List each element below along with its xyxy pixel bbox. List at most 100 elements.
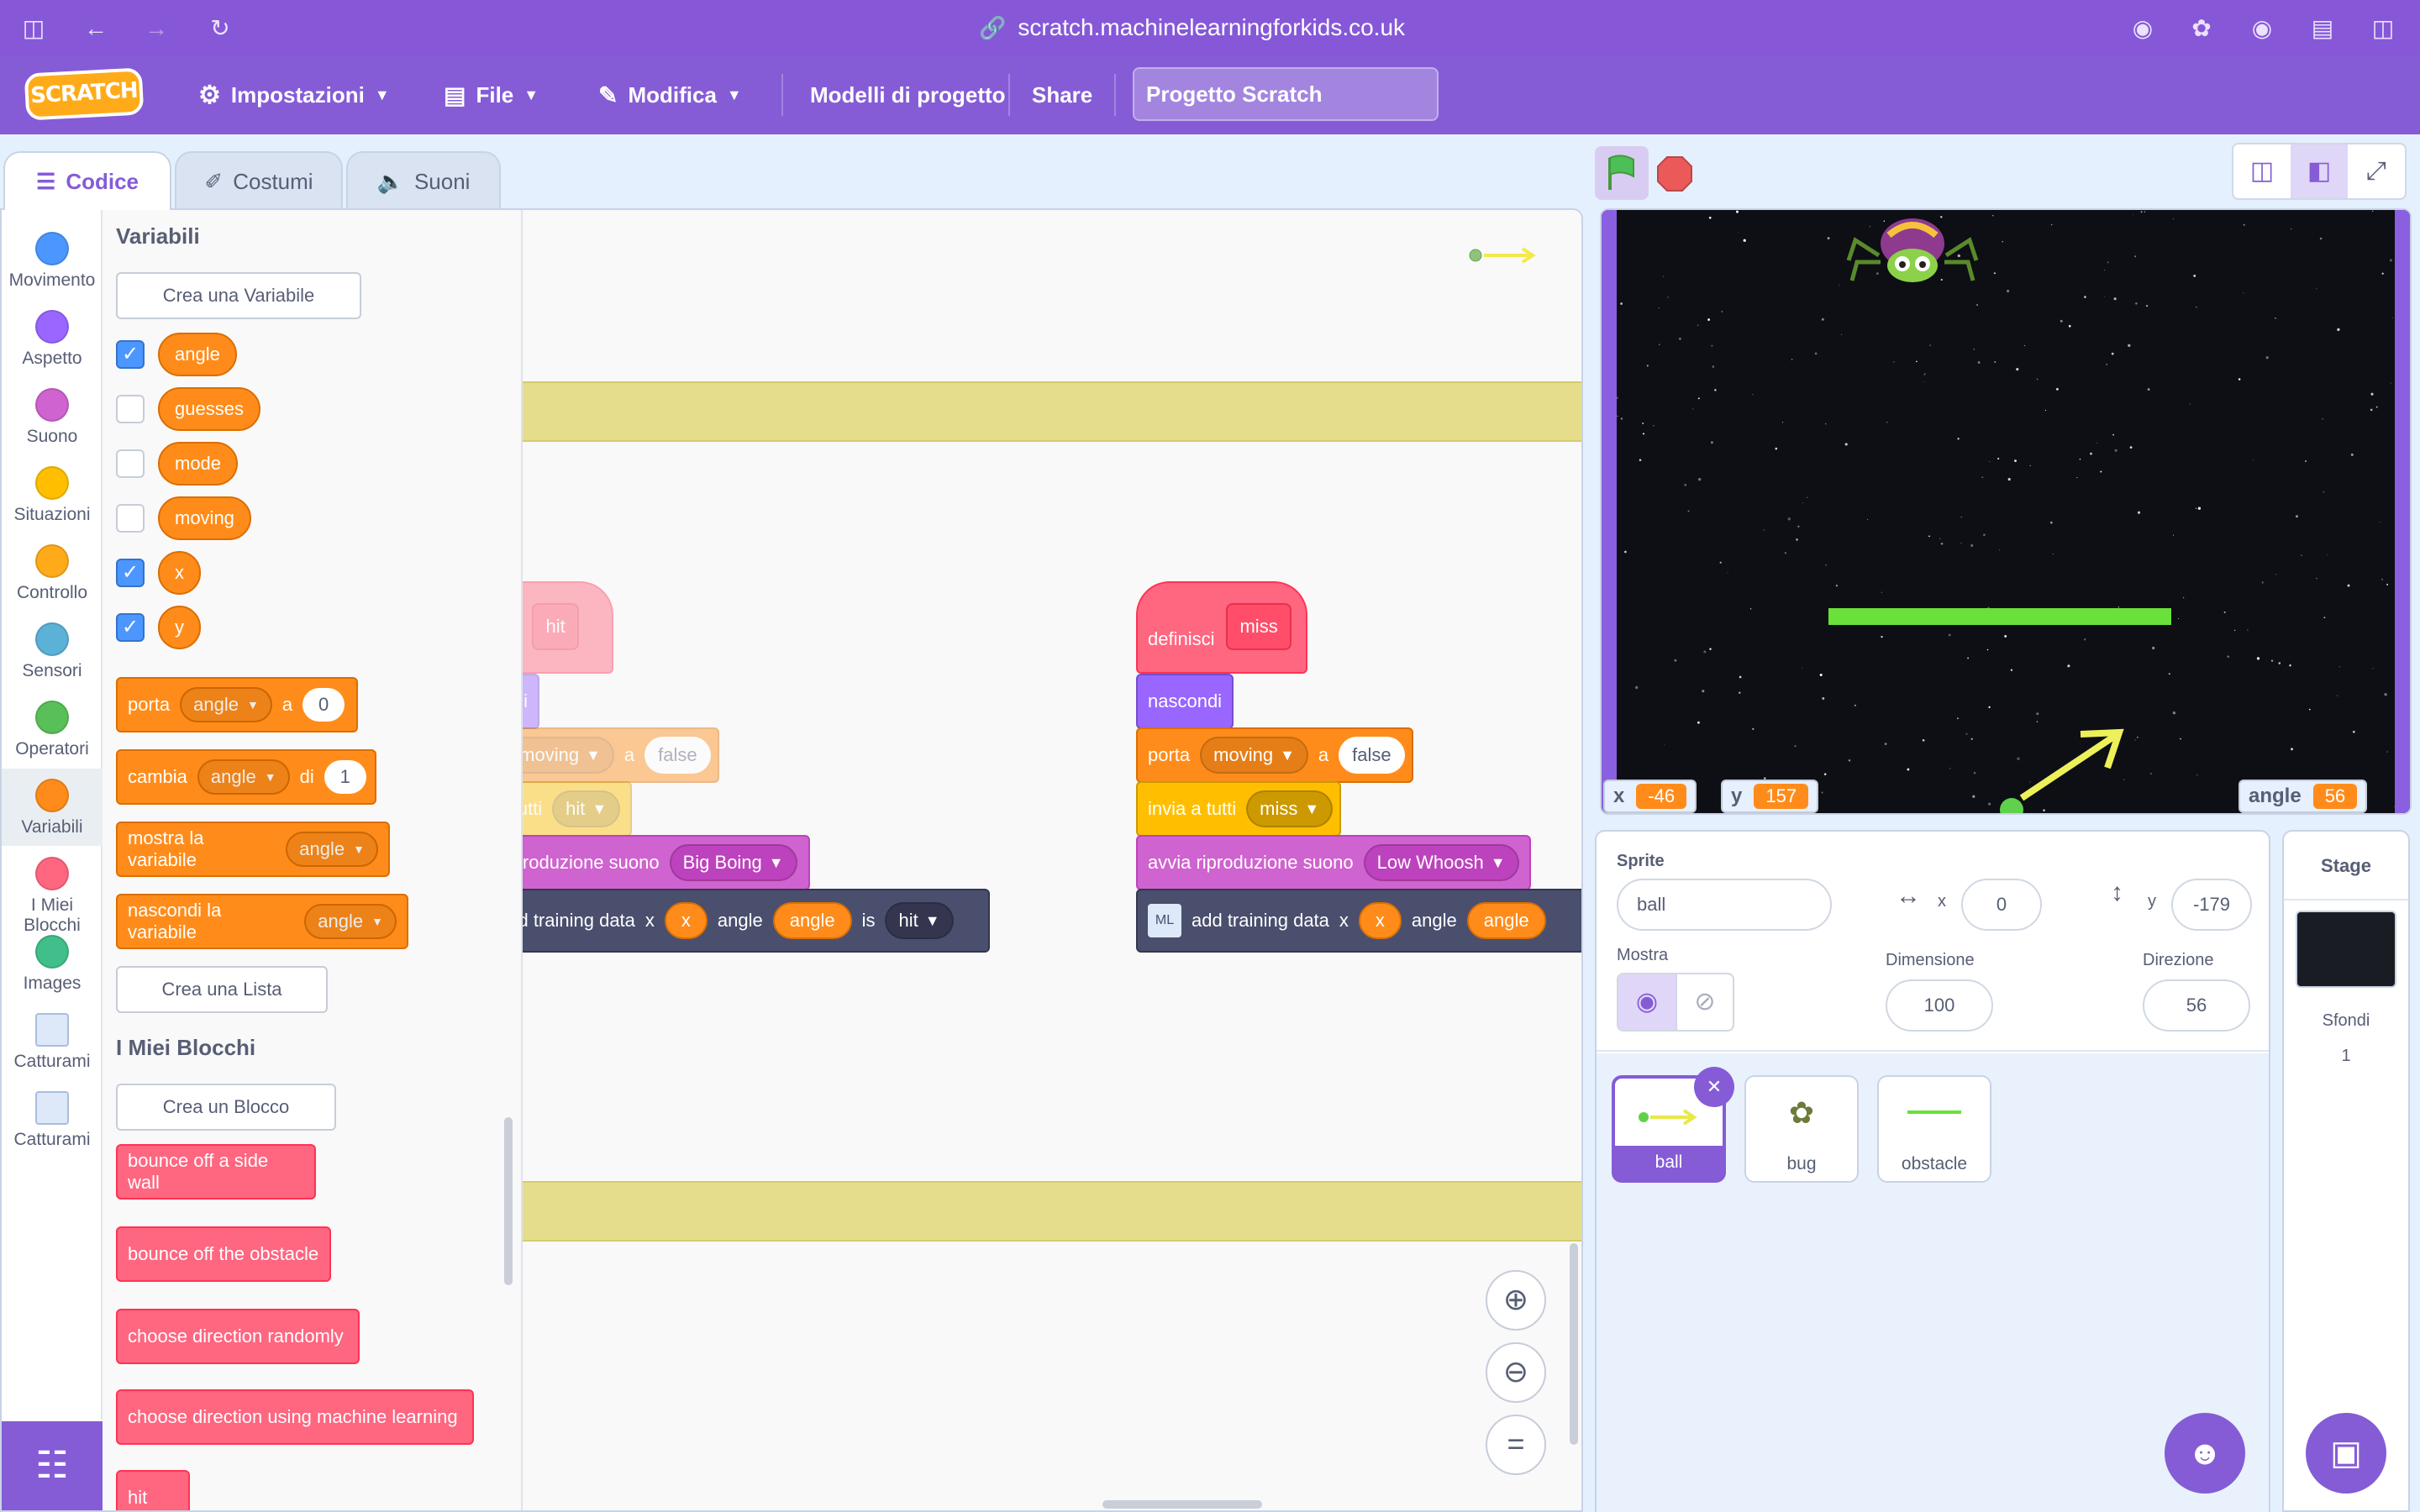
- edit-menu[interactable]: ✎ Modifica ▼: [598, 79, 742, 111]
- add-training-data-block[interactable]: ML add training data x x angle angle is …: [442, 889, 990, 953]
- green-flag-button[interactable]: [1595, 146, 1649, 200]
- category-sensori[interactable]: Sensori: [2, 612, 103, 690]
- variable-checkbox[interactable]: ✓: [116, 340, 145, 369]
- sprite-thumb-obstacle[interactable]: obstacle: [1877, 1075, 1991, 1183]
- file-menu[interactable]: ▤ File ▼: [444, 79, 539, 111]
- stage-selector[interactable]: Stage Sfondi 1: [2282, 830, 2410, 1512]
- add-training-data-block[interactable]: ML add training data x x angle angle: [1136, 889, 1581, 953]
- bug-sprite[interactable]: [1845, 210, 1980, 294]
- show-button[interactable]: ◉: [1618, 974, 1676, 1030]
- show-variable-block[interactable]: mostra la variabile angle ▼: [116, 822, 390, 877]
- hide-button[interactable]: ⊘: [1676, 974, 1733, 1030]
- custom-block-hit[interactable]: hit: [116, 1470, 190, 1510]
- variable-reporter[interactable]: angle: [158, 333, 237, 376]
- x-position-input[interactable]: 0: [1961, 879, 2042, 931]
- category-catturami[interactable]: Catturami: [2, 1003, 103, 1080]
- message-dropdown[interactable]: miss ▼: [1246, 790, 1334, 827]
- normal-stage-button[interactable]: ◧: [2291, 144, 2348, 198]
- size-input[interactable]: 100: [1886, 979, 1993, 1032]
- category-operatori[interactable]: Operatori: [2, 690, 103, 768]
- variable-checkbox[interactable]: ✓: [116, 559, 145, 587]
- project-title-input[interactable]: Progetto Scratch: [1133, 67, 1439, 121]
- sound-dropdown[interactable]: Low Whoosh ▼: [1363, 844, 1519, 881]
- angle-reporter[interactable]: angle: [1466, 902, 1546, 939]
- value-input[interactable]: 0: [302, 688, 345, 722]
- value-input[interactable]: false: [644, 737, 711, 774]
- category-movimento[interactable]: Movimento: [2, 222, 103, 299]
- sprite-name-input[interactable]: ball: [1617, 879, 1832, 931]
- horizontal-scrollbar[interactable]: [1102, 1500, 1262, 1509]
- direction-input[interactable]: 56: [2143, 979, 2250, 1032]
- x-reporter[interactable]: x: [664, 902, 708, 939]
- cookie-icon[interactable]: ✿: [2188, 15, 2215, 42]
- sidebar-toggle-icon[interactable]: ◫: [20, 15, 47, 42]
- variable-dropdown[interactable]: angle ▼: [197, 759, 290, 795]
- variable-checkbox[interactable]: [116, 449, 145, 478]
- back-icon[interactable]: ←: [82, 15, 109, 42]
- category-variabili[interactable]: Variabili: [2, 769, 103, 846]
- hide-block[interactable]: nascondi: [1136, 674, 1234, 729]
- shield-icon[interactable]: ◉: [2249, 15, 2275, 42]
- settings-menu[interactable]: ⚙ Impostazioni ▼: [198, 79, 390, 111]
- angle-reporter[interactable]: angle: [772, 902, 852, 939]
- tab-sounds[interactable]: 🔈 Suoni: [346, 151, 501, 210]
- message-dropdown[interactable]: hit ▼: [552, 790, 621, 827]
- variable-reporter[interactable]: guesses: [158, 387, 260, 431]
- value-input[interactable]: 1: [324, 760, 366, 794]
- add-sprite-button[interactable]: ☻: [2165, 1413, 2245, 1494]
- variable-checkbox[interactable]: [116, 395, 145, 423]
- variable-reporter[interactable]: y: [158, 606, 201, 649]
- category-suono[interactable]: Suono: [2, 378, 103, 455]
- category-i-miei-blocchi[interactable]: I Miei Blocchi: [2, 847, 103, 935]
- variable-dropdown[interactable]: moving ▼: [1200, 737, 1308, 774]
- forward-icon[interactable]: →: [143, 15, 170, 42]
- label-dropdown[interactable]: hit ▼: [885, 902, 954, 939]
- set-variable-block[interactable]: porta angle ▼ a 0: [116, 677, 358, 732]
- tab-code[interactable]: ☰ Codice: [3, 151, 171, 210]
- variable-dropdown[interactable]: angle ▼: [286, 832, 378, 867]
- value-input[interactable]: false: [1339, 737, 1405, 774]
- stage-canvas[interactable]: x -46 y 157 angle 56: [1600, 208, 2412, 815]
- sprite-thumb-ball[interactable]: ball ✕: [1612, 1067, 1734, 1183]
- sound-dropdown[interactable]: Big Boing ▼: [669, 844, 797, 881]
- custom-block-bounce-obstacle[interactable]: bounce off the obstacle: [116, 1226, 331, 1282]
- define-miss-block[interactable]: definisci miss: [1136, 581, 1307, 674]
- play-sound-block[interactable]: avvia riproduzione suono Low Whoosh ▼: [1136, 835, 1531, 890]
- share-button[interactable]: Share: [1032, 79, 1092, 111]
- ball-sprite[interactable]: [1996, 722, 2131, 813]
- category-aspetto[interactable]: Aspetto: [2, 300, 103, 377]
- make-list-button[interactable]: Crea una Lista: [116, 966, 328, 1013]
- set-variable-block[interactable]: porta moving ▼ a false: [1136, 727, 1413, 783]
- reload-icon[interactable]: ↻: [207, 15, 234, 42]
- variable-checkbox[interactable]: [116, 504, 145, 533]
- variable-reporter[interactable]: moving: [158, 496, 251, 540]
- variable-dropdown[interactable]: angle ▼: [180, 687, 272, 722]
- variable-reporter[interactable]: x: [158, 551, 201, 595]
- delete-sprite-button[interactable]: ✕: [1694, 1067, 1734, 1107]
- tabs-icon[interactable]: ▤: [2309, 15, 2336, 42]
- category-catturami[interactable]: Catturami: [2, 1081, 103, 1158]
- sidebar-right-icon[interactable]: ◫: [2370, 15, 2396, 42]
- hide-variable-block[interactable]: nascondi la variabile angle ▼: [116, 894, 408, 949]
- small-stage-button[interactable]: ◫: [2233, 144, 2291, 198]
- fullscreen-button[interactable]: ⤢: [2348, 144, 2405, 198]
- palette-scrollbar[interactable]: [504, 1117, 513, 1285]
- add-backdrop-button[interactable]: ▣: [2306, 1413, 2386, 1494]
- templates-menu[interactable]: Modelli di progetto: [810, 79, 1006, 111]
- category-controllo[interactable]: Controllo: [2, 534, 103, 612]
- obstacle-sprite[interactable]: [1828, 608, 2171, 625]
- make-block-button[interactable]: Crea un Blocco: [116, 1084, 336, 1131]
- change-variable-block[interactable]: cambia angle ▼ di 1: [116, 749, 376, 805]
- address-bar[interactable]: 🔗 scratch.machinelearningforkids.co.uk: [979, 12, 1405, 44]
- x-reporter[interactable]: x: [1358, 902, 1402, 939]
- make-variable-button[interactable]: Crea una Variabile: [116, 272, 361, 319]
- category-situazioni[interactable]: Situazioni: [2, 456, 103, 533]
- category-images[interactable]: Images: [2, 925, 103, 1002]
- variable-checkbox[interactable]: ✓: [116, 613, 145, 642]
- add-extension-button[interactable]: ☷: [2, 1421, 103, 1510]
- variable-dropdown[interactable]: angle ▼: [304, 904, 397, 939]
- zoom-out-button[interactable]: ⊖: [1486, 1342, 1546, 1403]
- sprite-thumb-bug[interactable]: ✿ bug: [1744, 1075, 1859, 1183]
- vertical-scrollbar[interactable]: [1570, 1243, 1578, 1445]
- custom-block-choose-ml[interactable]: choose direction using machine learning: [116, 1389, 474, 1445]
